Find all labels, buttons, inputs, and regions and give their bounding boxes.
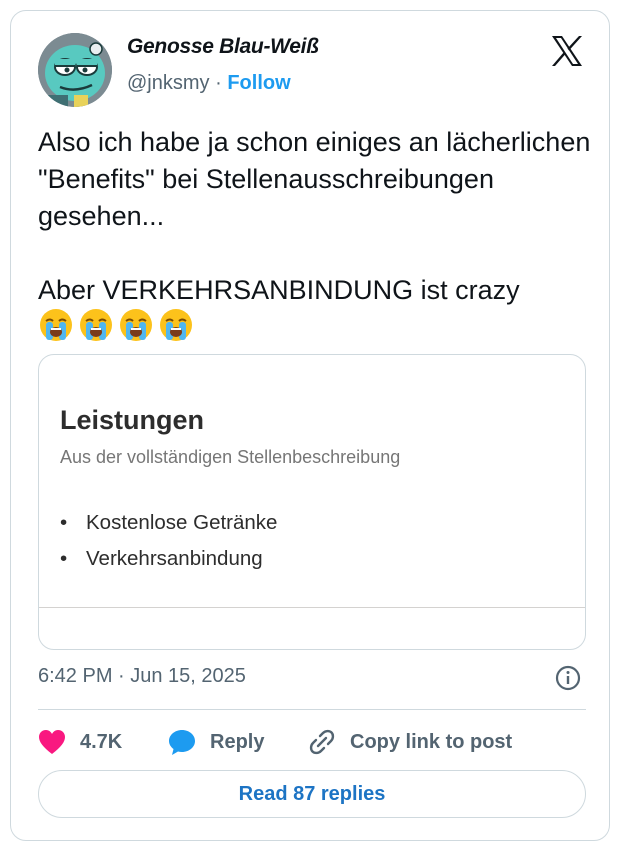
loudly-crying-face-icon <box>120 309 152 341</box>
media-benefits-list: • Kostenlose Getränke • Verkehrsanbindung <box>60 505 277 577</box>
copy-link-button[interactable]: Copy link to post <box>308 724 512 760</box>
tweet-timestamp[interactable]: 6:42 PM · Jun 15, 2025 <box>38 665 246 688</box>
heart-icon <box>39 730 65 754</box>
follow-button[interactable]: Follow <box>227 72 290 94</box>
media-title: Leistungen <box>60 405 205 435</box>
like-count: 4.7K <box>80 730 123 753</box>
loudly-crying-face-icon <box>80 309 112 341</box>
media-divider <box>39 607 585 608</box>
reply-button[interactable]: Reply <box>168 724 264 760</box>
info-icon[interactable] <box>554 664 582 692</box>
read-replies-label: Read 87 replies <box>238 782 386 805</box>
media-subtitle: Aus der vollständigen Stellenbeschreibun… <box>60 447 401 467</box>
author-handle[interactable]: @jnksmy <box>127 72 210 94</box>
reply-label: Reply <box>210 730 265 753</box>
emoji-row <box>38 307 194 343</box>
bullet-icon: • <box>60 511 68 534</box>
handle-separator: · <box>215 72 222 94</box>
list-item: • Kostenlose Getränke <box>60 505 277 541</box>
tweet-text: Also ich habe ja schon einiges an lächer… <box>38 127 591 305</box>
action-bar: 4.7K Reply Copy link to post <box>38 724 582 760</box>
handle-row: @jnksmy · Follow <box>127 72 291 95</box>
author-display-name[interactable]: Genosse Blau-Weiß <box>127 35 319 59</box>
divider <box>38 709 586 710</box>
list-item-label: Kostenlose Getränke <box>86 511 278 534</box>
list-item-label: Verkehrsanbindung <box>86 547 263 570</box>
like-button[interactable]: 4.7K <box>38 724 122 760</box>
link-icon <box>309 729 335 755</box>
speech-bubble-icon <box>169 730 195 755</box>
media-image[interactable]: Leistungen Aus der vollständigen Stellen… <box>38 354 586 650</box>
avatar-cartoon-icon <box>38 33 112 107</box>
avatar[interactable] <box>38 33 112 107</box>
read-replies-button[interactable]: Read 87 replies <box>38 770 586 818</box>
loudly-crying-face-icon <box>160 309 192 341</box>
loudly-crying-face-icon <box>40 309 72 341</box>
x-logo-icon[interactable] <box>549 33 585 69</box>
tweet-card: Genosse Blau-Weiß @jnksmy · Follow Also … <box>10 10 610 841</box>
list-item: • Verkehrsanbindung <box>60 541 277 577</box>
bullet-icon: • <box>60 547 68 570</box>
copy-link-label: Copy link to post <box>350 730 513 753</box>
